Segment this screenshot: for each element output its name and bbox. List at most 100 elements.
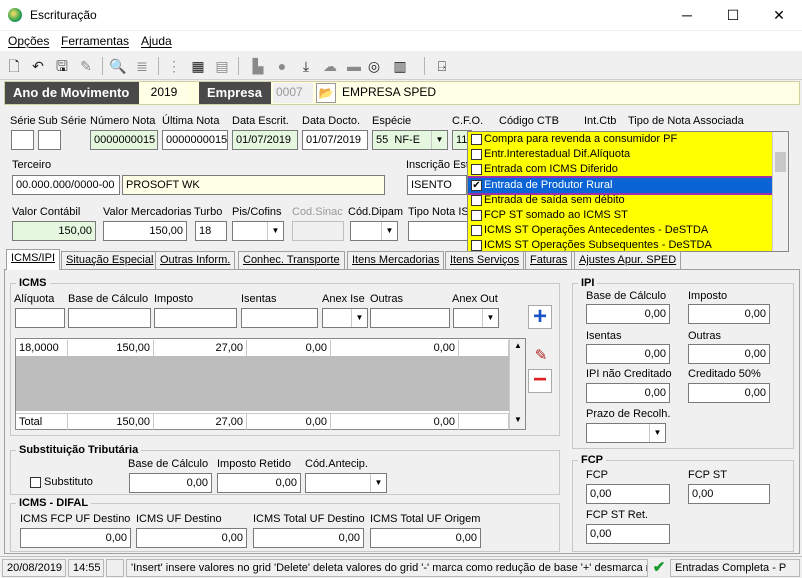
isentas-input[interactable] [241,308,318,328]
document-stack-icon[interactable]: ▥ [390,56,410,76]
erase-icon[interactable]: ✎ [76,56,96,76]
tab-faturas[interactable]: Faturas [525,251,573,269]
ipi-isentas-field[interactable]: 0,00 [586,344,670,364]
close-button[interactable]: ✕ [756,0,802,30]
edit-pencil-icon[interactable]: ✎ [530,346,552,366]
ano-movimento-field[interactable]: 2019 [141,83,187,103]
checkbox[interactable] [471,164,482,175]
numero-nota-field[interactable]: 0000000015 [90,130,158,150]
dropdown-item-saida-sem-debito[interactable]: Entrada de saída sem débito [468,193,774,208]
scrollbar-thumb[interactable] [775,152,786,172]
anex-ise-combo[interactable]: ▼ [322,308,368,328]
chevron-down-icon[interactable]: ▼ [649,424,665,442]
new-document-icon[interactable]: 🗋 [4,56,24,76]
substituto-checkbox[interactable] [30,477,41,488]
chevron-down-icon[interactable]: ▼ [482,309,498,327]
cod-dipam-combo[interactable]: ▼ [350,221,398,241]
checkbox[interactable] [471,134,482,145]
preview-icon[interactable]: 🔍 [108,56,128,76]
ipi-base-field[interactable]: 0,00 [586,304,670,324]
open-folder-icon[interactable]: 📂 [316,83,336,103]
ipi-outras-field[interactable]: 0,00 [688,344,770,364]
cod-antecip-combo[interactable]: ▼ [305,473,387,493]
nfe-icon[interactable]: ≣ [132,56,152,76]
tab-itens-servicos[interactable]: Itens Serviços [445,251,525,269]
ultima-nota-field[interactable]: 0000000015 [162,130,228,150]
checkbox[interactable] [471,149,482,160]
outras-input[interactable] [370,308,450,328]
uf-destino-field[interactable]: 0,00 [136,528,247,548]
dropdown-item-fcp-st[interactable]: FCP ST somado ao ICMS ST [468,208,774,223]
table-row[interactable]: 18,0000 150,00 27,00 0,00 0,00 [16,340,509,356]
checkbox[interactable] [471,210,482,221]
undo-icon[interactable]: ↶ [28,56,48,76]
fcp-st-field[interactable]: 0,00 [688,484,770,504]
data-escrit-field[interactable]: 01/07/2019 [232,130,298,150]
turbo-field[interactable]: 18 [195,221,227,241]
checkbox[interactable] [471,225,482,236]
terceiro-cnpj-field[interactable]: 00.000.000/0000-00 [12,175,120,195]
minimize-button[interactable]: ─ [664,0,710,30]
ipi-imposto-field[interactable]: 0,00 [688,304,770,324]
save-icon[interactable]: 🖫 [52,56,72,76]
cb-coins-icon[interactable]: ◎ [364,56,384,76]
remove-row-icon[interactable]: − [528,368,552,393]
st-base-field[interactable]: 0,00 [129,473,212,493]
data-docto-field[interactable]: 01/07/2019 [302,130,368,150]
total-uf-destino-field[interactable]: 0,00 [253,528,364,548]
calculator-icon[interactable]: ▦ [188,56,208,76]
maximize-button[interactable]: ☐ [710,0,756,30]
dropdown-item-compra-revenda[interactable]: Compra para revenda a consumidor PF [468,132,774,147]
serie-field[interactable] [11,130,34,150]
checkbox-checked[interactable]: ✔ [471,180,482,191]
grid-scrollbar[interactable]: ▲ ▼ [509,339,525,429]
menu-opcoes[interactable]: Opções [8,34,49,48]
pis-cofins-combo[interactable]: ▼ [232,221,284,241]
folder-icon[interactable]: ▬ [344,56,364,76]
building-icon[interactable]: ▙ [248,56,268,76]
chevron-down-icon[interactable]: ▼ [381,222,397,240]
prazo-recolh-combo[interactable]: ▼ [586,423,666,443]
st-imposto-field[interactable]: 0,00 [217,473,301,493]
tab-itens-mercadorias[interactable]: Itens Mercadorias [347,251,445,269]
empresa-code-field[interactable]: 0007 [273,83,313,103]
aliquota-input[interactable] [15,308,65,328]
anex-out-combo[interactable]: ▼ [453,308,499,328]
total-uf-origem-field[interactable]: 0,00 [370,528,481,548]
tab-ajustes-apur-sped[interactable]: Ajustes Apur. SPED [574,251,682,269]
tab-outras-inform[interactable]: Outras Inform. [155,251,236,269]
ipi-creditado-50-field[interactable]: 0,00 [688,383,770,403]
chevron-down-icon[interactable]: ▼ [351,309,367,327]
chevron-down-icon[interactable]: ▼ [267,222,283,240]
inscricao-estadual-field[interactable]: ISENTO [407,175,467,195]
tab-situacao-especial[interactable]: Situação Especial [61,251,159,269]
base-calculo-input[interactable] [68,308,151,328]
dropdown-item-entr-interestadual[interactable]: Entr.Interestadual Dif.Alíquota [468,147,774,162]
menu-ferramentas[interactable]: Ferramentas [61,34,129,48]
valor-mercadorias-field[interactable]: 150,00 [103,221,187,241]
dropdown-scrollbar[interactable] [772,132,788,251]
tab-icms-ipi[interactable]: ICMS/IPI [6,249,61,270]
print-icon[interactable]: ▤ [212,56,232,76]
especie-combo[interactable]: 55 NF-E ▼ [372,130,448,150]
dropdown-item-produtor-rural[interactable]: ✔ Entrada de Produtor Rural [468,176,776,195]
tipo-nota-is-field[interactable] [408,221,468,241]
dropdown-item-st-antecedentes[interactable]: ICMS ST Operações Antecedentes - DeSTDA [468,223,774,238]
menu-ajuda[interactable]: Ajuda [141,34,172,48]
chevron-down-icon[interactable]: ▼ [370,474,386,492]
fcp-uf-destino-field[interactable]: 0,00 [20,528,131,548]
add-row-icon[interactable]: + [528,305,552,329]
checkbox[interactable] [471,195,482,206]
fcp-st-ret-field[interactable]: 0,00 [586,524,670,544]
imposto-input[interactable] [154,308,237,328]
chevron-down-icon[interactable]: ▼ [431,131,447,149]
apple-icon[interactable]: ● [272,56,292,76]
tree-icon[interactable]: ⋮ [164,56,184,76]
exit-door-icon[interactable]: ⍈ [432,56,452,76]
fcp-field[interactable]: 0,00 [586,484,670,504]
cloud-icon[interactable]: ☁ [320,56,340,76]
tab-conhec-transporte[interactable]: Conhec. Transporte [238,251,345,269]
dropdown-item-entrada-diferido[interactable]: Entrada com ICMS Diferido [468,162,774,177]
valor-contabil-field[interactable]: 150,00 [12,221,96,241]
ipi-nao-creditado-field[interactable]: 0,00 [586,383,670,403]
